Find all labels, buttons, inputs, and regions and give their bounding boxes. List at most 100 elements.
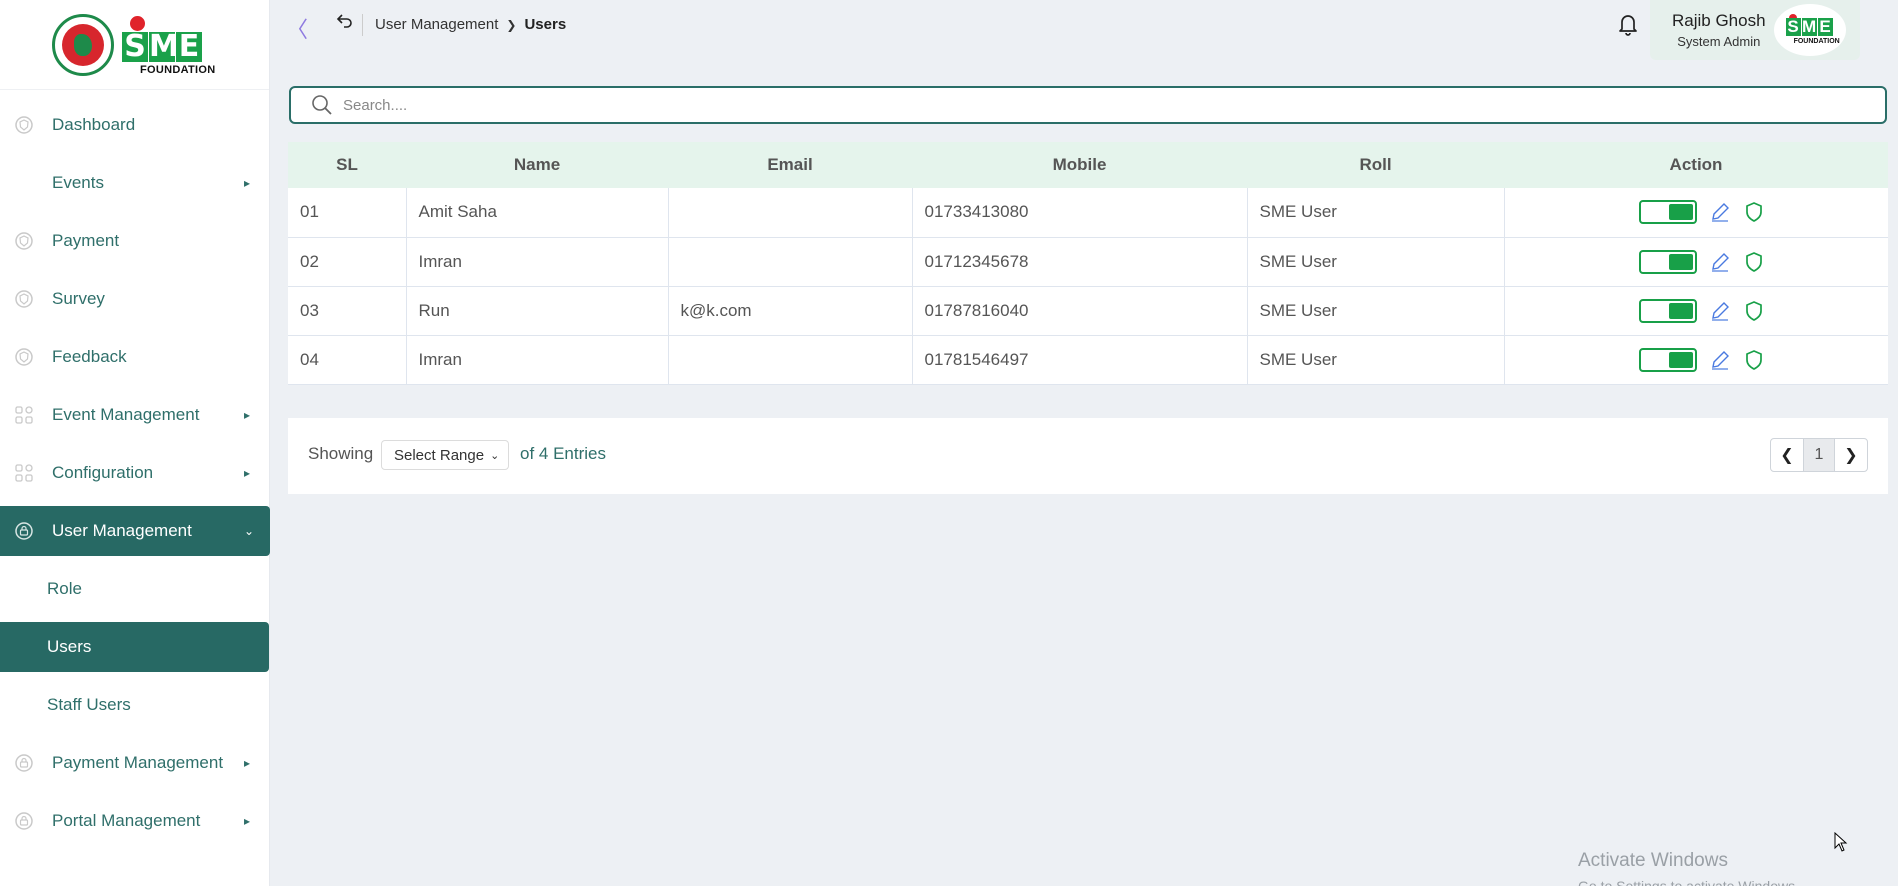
sidebar-item-payment-management[interactable]: Payment Management ▸	[0, 734, 269, 792]
column-header-sl[interactable]: SL	[288, 142, 406, 188]
chevron-down-icon: ⌄	[244, 524, 255, 538]
lock-icon	[15, 754, 33, 772]
grid-icon	[15, 406, 33, 424]
showing-label: Showing	[308, 444, 374, 463]
sidebar-item-configuration[interactable]: Configuration ▸	[0, 444, 269, 502]
sidebar-subitem-users[interactable]: Users	[0, 622, 269, 672]
chevron-right-icon: ▸	[244, 176, 251, 190]
undo-back-icon[interactable]	[336, 12, 354, 30]
sidebar-item-events[interactable]: Events ▸	[0, 154, 269, 212]
next-page-button[interactable]: ❯	[1835, 439, 1867, 471]
user-name: Rajib Ghosh	[1672, 11, 1766, 30]
column-header-email[interactable]: Email	[668, 142, 912, 188]
lock-icon	[15, 812, 33, 830]
grid-icon	[15, 464, 33, 482]
column-header-roll[interactable]: Roll	[1247, 142, 1504, 188]
chevron-right-icon: ❯	[506, 17, 517, 32]
chevron-right-icon: ▸	[244, 466, 251, 480]
search-input[interactable]	[343, 96, 1843, 114]
permission-shield-icon[interactable]	[1743, 300, 1765, 322]
page-number-button[interactable]: 1	[1803, 439, 1835, 471]
cell-actions	[1504, 286, 1888, 335]
topbar: 〈 User Management ❯ Users Rajib Ghosh Sy…	[270, 0, 1898, 60]
edit-icon[interactable]	[1709, 349, 1731, 371]
shield-badge-icon	[15, 348, 33, 366]
shield-badge-icon	[15, 116, 33, 134]
users-table: SL Name Email Mobile Roll Action 01 Amit…	[288, 142, 1888, 385]
table-row: 02 Imran 01712345678 SME User	[288, 237, 1888, 286]
cell-actions	[1504, 335, 1888, 384]
divider	[362, 14, 363, 36]
chevron-right-icon: ▸	[244, 814, 251, 828]
notification-bell-icon[interactable]	[1617, 12, 1639, 36]
user-profile-menu[interactable]: Rajib Ghosh System Admin S M E FOUNDATIO…	[1650, 0, 1860, 60]
cell-sl: 04	[288, 335, 407, 384]
search-bar	[289, 86, 1887, 124]
sme-foundation-logo: S M E FOUNDATION	[120, 14, 215, 76]
collapse-sidebar-icon[interactable]: 〈	[286, 12, 308, 44]
range-select[interactable]: Select Range ⌄	[381, 440, 509, 470]
status-toggle[interactable]	[1639, 347, 1698, 372]
sidebar-subitem-staff-users[interactable]: Staff Users	[0, 676, 269, 734]
breadcrumb-parent[interactable]: User Management	[375, 16, 498, 33]
chevron-right-icon: ▸	[244, 408, 251, 422]
breadcrumb-current: Users	[524, 16, 567, 33]
sidebar-item-user-management[interactable]: User Management ⌄	[0, 506, 270, 556]
logo-area: S M E FOUNDATION	[0, 0, 269, 90]
sidebar-item-event-management[interactable]: Event Management ▸	[0, 386, 269, 444]
mouse-cursor-icon	[1834, 832, 1848, 852]
cell-roll: SME User	[1247, 237, 1505, 286]
sidebar-item-survey[interactable]: Survey	[0, 270, 269, 328]
column-header-action: Action	[1669, 155, 1723, 174]
table-header-row: SL Name Email Mobile Roll Action	[288, 142, 1888, 188]
status-toggle[interactable]	[1639, 249, 1698, 274]
cell-name: Run	[406, 286, 669, 335]
shield-badge-icon	[15, 290, 33, 308]
sidebar-item-portal-management[interactable]: Portal Management ▸	[0, 792, 269, 850]
sidebar-item-payment[interactable]: Payment	[0, 212, 269, 270]
cell-name: Imran	[406, 335, 669, 384]
activate-windows-watermark: Activate Windows Go to Settings to activ…	[1578, 850, 1799, 886]
cell-email	[668, 188, 913, 237]
cell-roll: SME User	[1247, 188, 1505, 237]
permission-shield-icon[interactable]	[1743, 349, 1765, 371]
table-row: 04 Imran 01781546497 SME User	[288, 335, 1888, 384]
column-header-mobile[interactable]: Mobile	[912, 142, 1247, 188]
avatar: S M E FOUNDATION	[1773, 4, 1846, 56]
permission-shield-icon[interactable]	[1743, 251, 1765, 273]
cell-actions	[1504, 188, 1888, 237]
table-row: 03 Run k@k.com 01787816040 SME User	[288, 286, 1888, 335]
cell-email: k@k.com	[668, 286, 913, 335]
cell-mobile: 01733413080	[912, 188, 1248, 237]
page-nav: ❮ 1 ❯	[1770, 438, 1868, 472]
cell-actions	[1504, 237, 1888, 286]
sidebar-item-feedback[interactable]: Feedback	[0, 328, 269, 386]
entries-count: of 4 Entries	[520, 444, 606, 463]
chevron-down-icon: ⌄	[490, 449, 500, 462]
cell-roll: SME User	[1247, 286, 1505, 335]
sidebar-menu: Dashboard Events ▸ Payment Survey Feedba…	[0, 90, 270, 850]
lock-icon	[15, 522, 33, 540]
sidebar: S M E FOUNDATION Dashboard Events ▸ Paym…	[0, 0, 270, 886]
table-row: 01 Amit Saha 01733413080 SME User	[288, 188, 1888, 237]
edit-icon[interactable]	[1709, 300, 1731, 322]
sidebar-subitem-role[interactable]: Role	[0, 560, 269, 618]
breadcrumb: User Management ❯ Users	[375, 16, 566, 33]
cell-name: Amit Saha	[406, 188, 669, 237]
column-header-name[interactable]: Name	[406, 142, 668, 188]
cell-name: Imran	[406, 237, 669, 286]
shield-badge-icon	[15, 232, 33, 250]
cell-sl: 02	[288, 237, 407, 286]
sidebar-item-dashboard[interactable]: Dashboard	[0, 96, 269, 154]
chevron-right-icon: ▸	[244, 756, 251, 770]
status-toggle[interactable]	[1639, 298, 1698, 323]
user-role: System Admin	[1677, 34, 1761, 49]
permission-shield-icon[interactable]	[1743, 201, 1765, 223]
edit-icon[interactable]	[1709, 251, 1731, 273]
search-icon	[312, 95, 332, 115]
cell-mobile: 01712345678	[912, 237, 1248, 286]
prev-page-button[interactable]: ❮	[1771, 439, 1803, 471]
edit-icon[interactable]	[1709, 201, 1731, 223]
cell-email	[668, 335, 913, 384]
status-toggle[interactable]	[1639, 200, 1698, 225]
